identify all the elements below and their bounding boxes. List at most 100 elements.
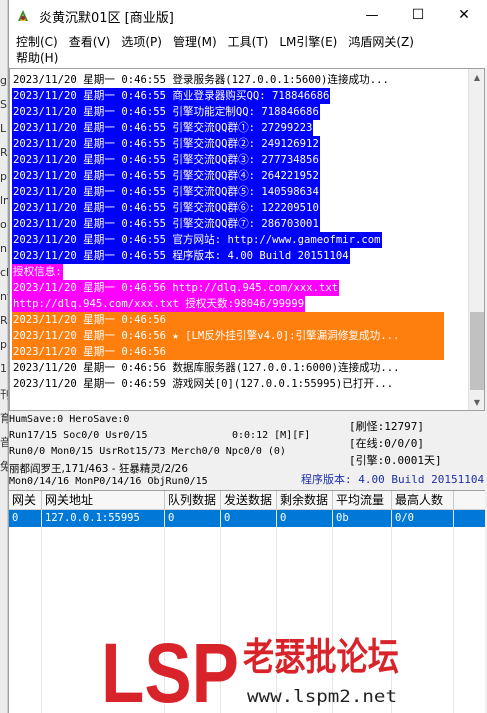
log-line: 2023/11/20 星期一 0:46:55 引擎交流QQ群①: 2729922… (12, 120, 469, 136)
scroll-up-arrow-icon[interactable]: ▲ (469, 69, 485, 85)
table-cell: 0/0 (392, 510, 454, 527)
column-header[interactable]: 剩余数据 (277, 491, 333, 509)
log-line: 2023/11/20 星期一 0:46:55 引擎交流QQ群⑦: 2867030… (12, 216, 469, 232)
column-header[interactable]: 发送数据 (221, 491, 277, 509)
background-text-fragment: 音 (0, 436, 8, 449)
log-line: 2023/11/20 星期一 0:46:56 http://dlq.945.co… (12, 280, 469, 296)
background-text-fragment: 兔 (0, 460, 8, 473)
background-text-fragment: 1 (0, 362, 7, 375)
log-line-text: 2023/11/20 星期一 0:46:55 引擎功能定制QQ: 7188466… (12, 104, 320, 120)
log-line-text: 2023/11/20 星期一 0:46:56 (12, 344, 444, 360)
table-row[interactable]: 0 127.0.0.1:55995 0 0 0 0b 0/0 (9, 510, 485, 527)
log-line-text: 2023/11/20 星期一 0:46:55 引擎交流QQ群①: 2729922… (12, 120, 314, 136)
menu-item[interactable]: 鸿盾网关(Z) (345, 34, 422, 50)
log-line: 2023/11/20 星期一 0:46:55 引擎交流QQ群③: 2777348… (12, 152, 469, 168)
close-button[interactable]: ✕ (441, 0, 487, 30)
log-list: 2023/11/20 星期一 0:46:55 登录服务器(127.0.0.1:5… (12, 72, 469, 392)
log-line: 2023/11/20 星期一 0:46:55 登录服务器(127.0.0.1:5… (12, 72, 469, 88)
log-line-text: 2023/11/20 星期一 0:46:55 登录服务器(127.0.0.1:5… (13, 74, 389, 86)
log-line: 2023/11/20 星期一 0:46:55 程序版本: 4.00 Build … (12, 248, 469, 264)
column-header[interactable]: 平均流量 (333, 491, 392, 509)
title-bar[interactable]: 炎黄沉默01区 [商业版] — ☐ ✕ (9, 0, 487, 32)
status-panel: HumSave:0 HeroSave:0 Run17/15 Soc0/0 Usr… (9, 412, 485, 490)
scrollbar-thumb[interactable] (470, 312, 484, 390)
menu-item[interactable]: 管理(M) (170, 34, 225, 50)
background-text-fragment: L (0, 122, 7, 135)
background-text-fragment: n (0, 242, 7, 255)
log-line: 2023/11/20 星期一 0:46:55 引擎交流QQ群⑤: 1405986… (12, 184, 469, 200)
log-line-text: 2023/11/20 星期一 0:46:56 数据库服务器(127.0.0.1:… (13, 362, 400, 374)
log-panel[interactable]: 2023/11/20 星期一 0:46:55 登录服务器(127.0.0.1:5… (9, 68, 485, 411)
table-cell: 0 (9, 510, 42, 527)
background-text-fragment: p (0, 170, 7, 183)
log-line: 2023/11/20 星期一 0:46:56 (12, 312, 469, 328)
log-line-text: 2023/11/20 星期一 0:46:55 引擎交流QQ群③: 2777348… (12, 152, 320, 168)
status-run-counts: Run17/15 Soc0/0 Usr0/15 (9, 430, 148, 441)
log-scrollbar[interactable]: ▲ ▼ (468, 69, 484, 410)
status-humsave: HumSave:0 HeroSave:0 (9, 414, 130, 425)
minimize-icon: — (365, 7, 379, 23)
log-line-text: 2023/11/20 星期一 0:46:55 引擎交流QQ群④: 2642219… (12, 168, 320, 184)
table-cell: 0 (277, 510, 333, 527)
table-header: 网关 网关地址 队列数据 发送数据 剩余数据 平均流量 最高人数 (9, 491, 485, 510)
log-line: 2023/11/20 星期一 0:46:55 商业登录器购买QQ: 718846… (12, 88, 469, 104)
menu-item[interactable]: 选项(P) (118, 34, 170, 50)
background-text-fragment: ck (0, 266, 8, 279)
menu-item[interactable]: 帮助(H) (13, 50, 66, 66)
log-line-text: 2023/11/20 星期一 0:46:55 引擎交流QQ群②: 2491269… (12, 136, 320, 152)
log-line: http://dlq.945.com/xxx.txt 授权天数:98046/99… (12, 296, 469, 312)
window-title: 炎黄沉默01区 [商业版] (39, 10, 174, 26)
lsp-watermark: LSP 老瑟批论坛 www.lspm2.net (101, 626, 399, 708)
log-line-text: 2023/11/20 星期一 0:46:55 引擎交流QQ群⑦: 2867030… (12, 216, 320, 232)
column-header[interactable]: 网关地址 (42, 491, 165, 509)
log-line-text: 2023/11/20 星期一 0:46:55 程序版本: 4.00 Build … (12, 248, 350, 264)
status-mon-obj: Mon0/14/16 MonP0/14/16 ObjRun0/15 (9, 476, 208, 487)
menu-bar: 控制(C) 查看(V) 选项(P) 管理(M) 工具(T) LM引擎(E) 鸿盾网关(Z) … (9, 32, 487, 68)
log-line-text: 2023/11/20 星期一 0:46:55 引擎交流QQ群⑤: 1405986… (12, 184, 320, 200)
column-header[interactable]: 队列数据 (165, 491, 221, 509)
log-line: 2023/11/20 星期一 0:46:55 引擎功能定制QQ: 7188466… (12, 104, 469, 120)
refresh-counter: [刷怪:12797] (349, 420, 424, 433)
minimize-button[interactable]: — (349, 0, 395, 30)
background-window-strip: gSLRplnoncknfRp1刊育音兔 (0, 0, 8, 713)
app-icon (18, 10, 28, 21)
table-cell: 0 (165, 510, 221, 527)
column-divider (453, 510, 454, 713)
menu-item[interactable]: LM引擎(E) (276, 34, 345, 50)
log-line: 2023/11/20 星期一 0:46:55 引擎交流QQ群⑥: 1222095… (12, 200, 469, 216)
status-timer: 0:0:12 [M][F] (232, 430, 311, 441)
log-line: 2023/11/20 星期一 0:46:55 引擎交流QQ群④: 2642219… (12, 168, 469, 184)
watermark-brand: LSP (101, 626, 239, 708)
scroll-down-arrow-icon[interactable]: ▼ (469, 394, 485, 410)
log-line-text: 2023/11/20 星期一 0:46:59 游戏网关[0](127.0.0.1… (13, 378, 394, 390)
watermark-url: www.lspm2.net (247, 687, 397, 707)
background-text-fragment: g (0, 74, 7, 87)
log-line-text: 2023/11/20 星期一 0:46:55 商业登录器购买QQ: 718846… (12, 88, 331, 104)
log-line: 2023/11/20 星期一 0:46:55 引擎交流QQ群②: 2491269… (12, 136, 469, 152)
log-line-text: 2023/11/20 星期一 0:46:55 官方网站: http://www.… (12, 232, 382, 248)
log-line-text: 授权信息: (12, 264, 63, 280)
log-line-text: http://dlq.945.com/xxx.txt 授权天数:98046/99… (12, 296, 306, 312)
menu-item[interactable]: 查看(V) (66, 34, 119, 50)
column-header[interactable]: 网关 (9, 491, 42, 509)
menu-row: 控制(C) 查看(V) 选项(P) 管理(M) 工具(T) LM引擎(E) 鸿盾网关(Z) (13, 34, 483, 50)
column-divider (41, 510, 42, 713)
watermark-name: 老瑟批论坛 (243, 635, 399, 679)
background-text-fragment: R (0, 314, 8, 327)
log-line-text: 2023/11/20 星期一 0:46:56 ★ [LM反外挂引擎v4.0]:引… (12, 328, 444, 344)
background-text-fragment: ln (0, 194, 8, 207)
online-counter: [在线:0/0/0] (349, 437, 424, 450)
maximize-button[interactable]: ☐ (395, 0, 441, 30)
menu-item[interactable]: 工具(T) (225, 34, 277, 50)
log-line-text: 2023/11/20 星期一 0:46:56 (12, 312, 444, 328)
background-text-fragment: o (0, 218, 7, 231)
log-line: 2023/11/20 星期一 0:46:59 游戏网关[0](127.0.0.1… (12, 376, 469, 392)
table-cell: 0 (221, 510, 277, 527)
table-cell: 127.0.0.1:55995 (42, 510, 165, 527)
column-header[interactable]: 最高人数 (392, 491, 454, 509)
log-line: 2023/11/20 星期一 0:46:56 (12, 344, 469, 360)
log-line: 2023/11/20 星期一 0:46:55 官方网站: http://www.… (12, 232, 469, 248)
table-cell: 0b (333, 510, 392, 527)
app-window: 炎黄沉默01区 [商业版] — ☐ ✕ 控制(C) 查看(V) 选项(P) 管理(M)… (8, 0, 487, 713)
menu-item[interactable]: 控制(C) (13, 34, 66, 50)
